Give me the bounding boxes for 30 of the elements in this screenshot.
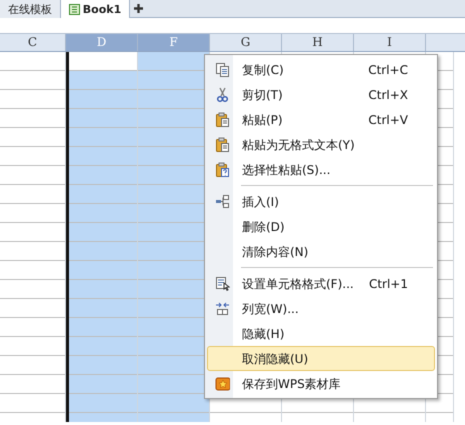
menu-item[interactable]: 取消隐藏(U) xyxy=(207,346,435,371)
clipboard-icon xyxy=(214,162,230,178)
document-tab[interactable]: 在线模板 xyxy=(0,0,61,18)
menu-item[interactable]: 清除内容(N) xyxy=(207,239,435,264)
menu-item[interactable]: 列宽(W)... xyxy=(207,296,435,321)
menu-item[interactable]: 选择性粘贴(S)... xyxy=(207,157,435,182)
menu-item[interactable]: 插入(I) xyxy=(207,189,435,214)
menu-item[interactable]: 粘贴为无格式文本(Y) xyxy=(207,132,435,157)
menu-item[interactable]: 删除(D) xyxy=(207,214,435,239)
document-tab[interactable]: Book1 xyxy=(61,0,130,18)
add-icon[interactable] xyxy=(132,3,144,14)
menu-item[interactable]: 复制(C) Ctrl+C xyxy=(207,57,435,82)
menu-item[interactable]: 保存到WPS素材库 xyxy=(207,371,435,396)
column-width-icon xyxy=(214,300,230,316)
column-header[interactable]: G xyxy=(210,34,282,51)
menu-item[interactable]: 剪切(T) Ctrl+X xyxy=(207,82,435,107)
menu-item[interactable]: 粘贴(P) Ctrl+V xyxy=(207,107,435,132)
spreadsheet-icon xyxy=(69,4,80,14)
clipboard-icon xyxy=(214,112,230,128)
menu-item[interactable]: 设置单元格格式(F)... Ctrl+1 xyxy=(207,271,435,296)
column-header[interactable]: I xyxy=(354,34,426,51)
insert-icon xyxy=(214,194,230,210)
clipboard-icon xyxy=(214,136,230,152)
format-cells-icon xyxy=(214,276,230,292)
copy-icon xyxy=(214,62,230,78)
scissors-icon xyxy=(214,86,230,102)
active-cell[interactable] xyxy=(69,52,137,70)
menu-item[interactable]: 隐藏(H) xyxy=(207,321,435,346)
column-header[interactable]: H xyxy=(282,34,354,51)
star-box-icon xyxy=(214,376,230,392)
